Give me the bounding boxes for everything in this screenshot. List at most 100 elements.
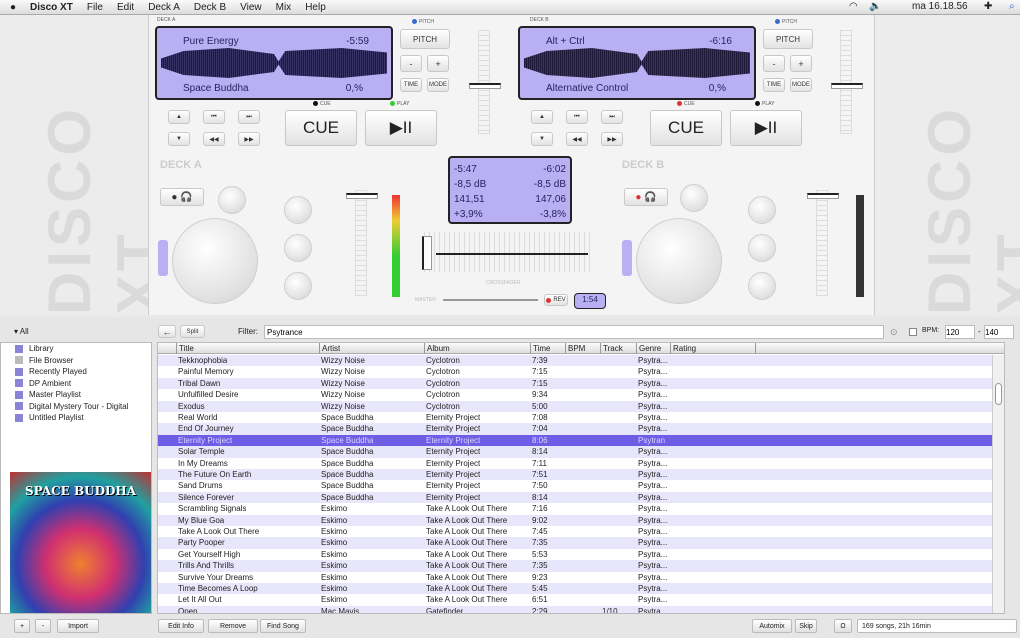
deck-b-eject-button[interactable]: ▼ xyxy=(531,132,553,146)
import-button[interactable]: Import xyxy=(57,619,99,633)
deck-b-display[interactable]: Alt + Ctrl -6:16 Alternative Control 0,% xyxy=(518,26,756,100)
menu-edit[interactable]: Edit xyxy=(117,2,134,13)
library-root[interactable]: ▾ All xyxy=(14,327,29,336)
table-row[interactable]: In My Dreams Space Buddha Eternity Project… xyxy=(158,458,992,469)
deck-b-gain-knob[interactable] xyxy=(680,184,708,212)
wifi-icon[interactable]: ◠ xyxy=(849,1,858,12)
edit-info-button[interactable]: Edit Info xyxy=(158,619,204,633)
table-row[interactable]: Painful Memory Wizzy Noise Cyclotron 7:15 Ps… xyxy=(158,366,992,377)
table-row[interactable]: Get Yourself High Eskimo Take A Look Out T… xyxy=(158,549,992,560)
deck-b-eq-low-knob[interactable] xyxy=(748,272,776,300)
table-row[interactable]: Solar Temple Space Buddha Eternity Project… xyxy=(158,446,992,458)
deck-a-cue-button[interactable]: CUE xyxy=(285,110,357,146)
deck-b-pitch-button[interactable]: PITCH xyxy=(763,29,813,49)
table-row[interactable]: Time Becomes A Loop Eskimo Take A Look Out… xyxy=(158,583,992,595)
deck-a-jog-wheel[interactable] xyxy=(172,218,258,304)
clear-filter-icon[interactable]: ⊙ xyxy=(890,327,898,338)
playlist-digital-mystery-tour[interactable]: Digital Mystery Tour - Digital xyxy=(1,401,151,413)
deck-a-side-slider[interactable] xyxy=(158,240,168,276)
deck-b-load-button[interactable]: ▲ xyxy=(531,110,553,124)
deck-b-rewind-button[interactable]: ◀◀ xyxy=(566,132,588,146)
col-album[interactable]: Album xyxy=(424,343,450,354)
deck-a-eq-mid-knob[interactable] xyxy=(284,234,312,262)
remove-playlist-button[interactable]: - xyxy=(35,619,51,633)
deck-a-pitch-slider[interactable] xyxy=(469,30,501,134)
col-genre[interactable]: Genre xyxy=(636,343,661,354)
deck-a-display[interactable]: Pure Energy -5:59 Space Buddha 0,% xyxy=(155,26,393,100)
playlist-recently-played[interactable]: Recently Played xyxy=(1,366,151,378)
table-row[interactable]: Silence Forever Space Buddha Eternity Proj… xyxy=(158,491,992,504)
headphone-icon[interactable]: Ω xyxy=(834,619,852,633)
table-row[interactable]: Take A Look Out There Eskimo Take A Look O… xyxy=(158,526,992,537)
deck-b-volume-fader[interactable] xyxy=(807,190,839,296)
table-row[interactable]: Unfulfilled Desire Wizzy Noise Cyclotron 9:… xyxy=(158,389,992,400)
remove-button[interactable]: Remove xyxy=(208,619,258,633)
menu-help[interactable]: Help xyxy=(305,2,326,13)
deck-b-side-slider[interactable] xyxy=(622,240,632,276)
add-playlist-button[interactable]: + xyxy=(14,619,30,633)
menu-app[interactable]: Disco XT xyxy=(30,2,73,13)
table-scrollbar[interactable] xyxy=(992,355,1004,613)
automix-button[interactable]: Automix xyxy=(752,619,792,633)
deck-a-rewind-button[interactable]: ◀◀ xyxy=(203,132,225,146)
clock[interactable]: ma 16.18.56 xyxy=(912,1,968,12)
back-button[interactable]: ← xyxy=(158,325,176,338)
col-time[interactable]: Time xyxy=(530,343,550,354)
table-row[interactable]: Eternity Project Space Buddha Eternity Pro… xyxy=(158,434,992,447)
table-row[interactable]: Trills And Thrills Eskimo Take A Look Out … xyxy=(158,560,992,572)
deck-a-mode-button[interactable]: MODE xyxy=(427,78,449,92)
menu-deck-b[interactable]: Deck B xyxy=(194,2,226,13)
deck-b-play-button[interactable]: ▶II xyxy=(730,110,802,146)
filter-input[interactable] xyxy=(264,325,884,339)
deck-b-waveform[interactable] xyxy=(524,48,750,78)
master-slider[interactable] xyxy=(443,299,538,301)
menu-file[interactable]: File xyxy=(87,2,103,13)
playlist-master[interactable]: Master Playlist xyxy=(1,389,151,401)
menu-mix[interactable]: Mix xyxy=(276,2,292,13)
spotlight-icon[interactable]: ⌕ xyxy=(1009,1,1015,12)
deck-b-pitch-minus[interactable]: - xyxy=(763,55,785,72)
deck-a-eject-button[interactable]: ▼ xyxy=(168,132,190,146)
find-song-button[interactable]: Find Song xyxy=(260,619,306,633)
deck-a-volume-fader[interactable] xyxy=(346,190,378,296)
apple-menu-icon[interactable]: ● xyxy=(10,2,16,13)
table-row[interactable]: My Blue Goa Eskimo Take A Look Out There 9:… xyxy=(158,514,992,526)
col-rating[interactable]: Rating xyxy=(670,343,756,354)
playlist-untitled[interactable]: Untitled Playlist xyxy=(1,412,151,424)
split-button[interactable]: Split xyxy=(180,325,205,338)
table-row[interactable]: Real World Space Buddha Eternity Project 7:… xyxy=(158,412,992,423)
deck-b-eq-high-knob[interactable] xyxy=(748,196,776,224)
skip-button[interactable]: Skip xyxy=(795,619,817,633)
deck-a-eq-low-knob[interactable] xyxy=(284,272,312,300)
deck-b-cue-button[interactable]: CUE xyxy=(650,110,722,146)
table-row[interactable]: Tekknophobia Wizzy Noise Cyclotron 7:39 Psyt… xyxy=(158,355,992,367)
deck-b-next-button[interactable]: ⏭ xyxy=(601,110,623,124)
bpm-checkbox[interactable] xyxy=(909,328,917,336)
table-row[interactable]: End Of Journey Space Buddha Eternity Proje… xyxy=(158,423,992,435)
table-row[interactable]: Scrambling Signals Eskimo Take A Look Out … xyxy=(158,503,992,514)
table-row[interactable]: Open Mac Mavis Gatefinder 2:29 1/10 Psytra... xyxy=(158,605,992,613)
col-title[interactable]: Title xyxy=(176,343,194,354)
deck-b-jog-wheel[interactable] xyxy=(636,218,722,304)
deck-a-next-button[interactable]: ⏭ xyxy=(238,110,260,124)
reverse-button[interactable]: REV xyxy=(544,294,568,306)
crossfader[interactable] xyxy=(420,232,590,272)
deck-b-mode-button[interactable]: MODE xyxy=(790,78,812,92)
playlist-library[interactable]: Library xyxy=(1,343,151,355)
bpm-max-input[interactable] xyxy=(984,325,1014,339)
table-row[interactable]: Let It All Out Eskimo Take A Look Out Ther… xyxy=(158,594,992,605)
deck-b-headphone-button[interactable]: ● 🎧 xyxy=(624,188,668,206)
table-row[interactable]: Tribal Dawn Wizzy Noise Cyclotron 7:15 Psytr… xyxy=(158,377,992,390)
flag-icon[interactable]: ✚ xyxy=(984,1,992,12)
playlist-file-browser[interactable]: File Browser xyxy=(1,355,151,367)
table-row[interactable]: The Future On Earth Space Buddha Eternity … xyxy=(158,469,992,481)
deck-a-load-button[interactable]: ▲ xyxy=(168,110,190,124)
deck-a-prev-button[interactable]: ⏮ xyxy=(203,110,225,124)
menu-deck-a[interactable]: Deck A xyxy=(148,2,180,13)
volume-icon[interactable]: 🔈 xyxy=(869,1,881,12)
table-row[interactable]: Sand Drums Space Buddha Eternity Project 7:… xyxy=(158,480,992,491)
deck-a-pitch-button[interactable]: PITCH xyxy=(400,29,450,49)
deck-b-prev-button[interactable]: ⏮ xyxy=(566,110,588,124)
table-row[interactable]: Exodus Wizzy Noise Cyclotron 5:00 Psytra... xyxy=(158,400,992,412)
col-artist[interactable]: Artist xyxy=(319,343,340,354)
